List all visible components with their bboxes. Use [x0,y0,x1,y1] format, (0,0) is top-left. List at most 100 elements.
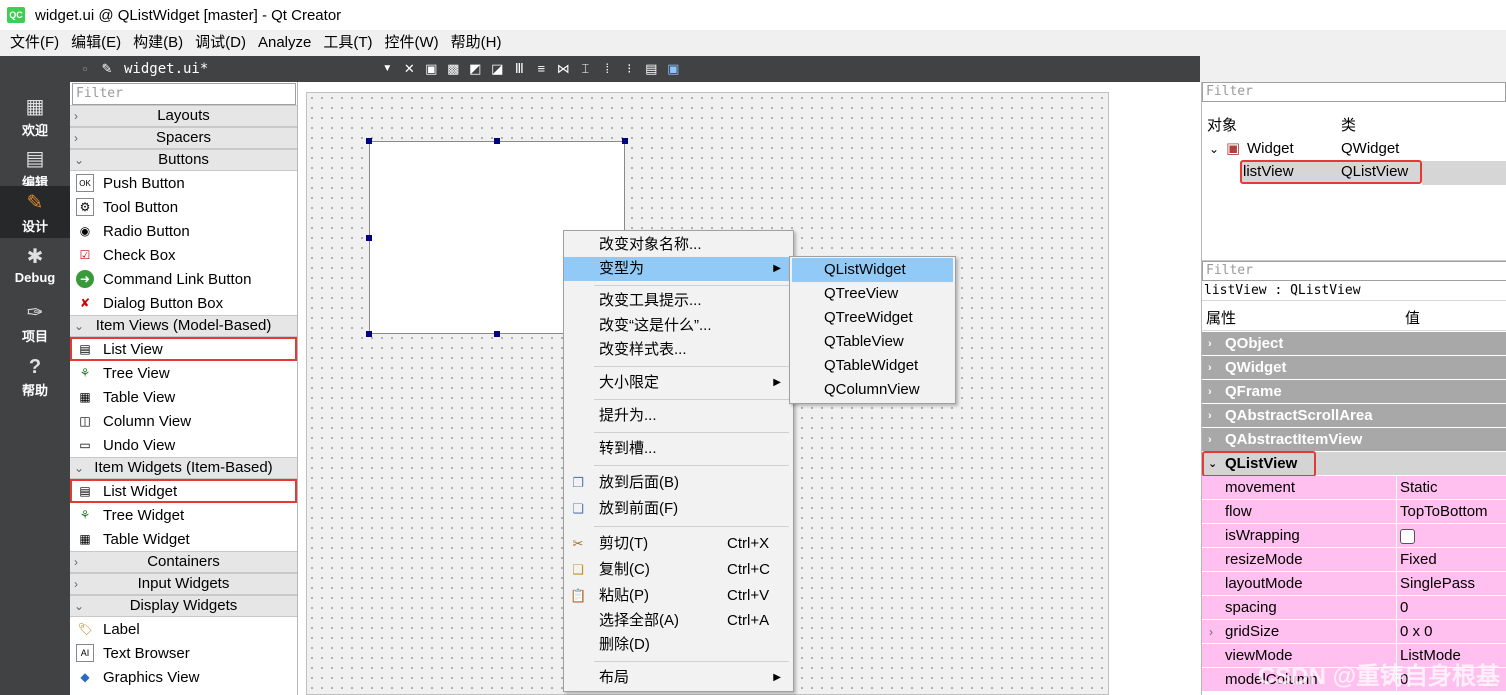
menu-help[interactable]: 帮助(H) [445,30,508,56]
layout-form-icon[interactable]: ⁝ [620,60,638,78]
menu-change-stylesheet[interactable]: 改变样式表... [564,338,793,362]
group-qframe[interactable]: › QFrame [1202,380,1506,404]
resize-handle[interactable] [366,331,372,337]
widget-command-link-button[interactable]: ➜ Command Link Button [70,267,297,291]
property-value[interactable]: Fixed [1400,548,1437,572]
resize-handle[interactable] [494,138,500,144]
resize-handle[interactable] [622,138,628,144]
prop-movement[interactable]: movement Static [1202,476,1506,500]
menu-cut[interactable]: ✂ 剪切(T) Ctrl+X [564,532,793,556]
prop-resizemode[interactable]: resizeMode Fixed [1202,548,1506,572]
mode-debug[interactable]: ✱ Debug [0,240,70,292]
mode-design[interactable]: ✎ 设计 [0,186,70,238]
widget-text-browser[interactable]: AI Text Browser [70,641,297,665]
menu-change-tooltip[interactable]: 改变工具提示... [564,289,793,313]
break-layout-icon[interactable]: ▤ [642,60,660,78]
widget-tool-button[interactable]: ⚙ Tool Button [70,195,297,219]
menu-edit[interactable]: 编辑(E) [65,30,127,56]
prop-flow[interactable]: flow TopToBottom [1202,500,1506,524]
menu-promote-to[interactable]: 提升为... [564,404,793,428]
iswrapping-checkbox[interactable] [1400,529,1415,544]
widget-tree-view[interactable]: ⚘ Tree View [70,361,297,385]
mode-help[interactable]: ? 帮助 [0,350,70,402]
widget-label-item[interactable]: 🏷 Label [70,617,297,641]
menu-bring-to-front[interactable]: ❏ 放到前面(F) [564,497,793,521]
mode-welcome[interactable]: ▦ 欢迎 [0,90,70,142]
group-qobject[interactable]: › QObject [1202,332,1506,356]
menu-send-to-back[interactable]: ❐ 放到后面(B) [564,471,793,495]
edit-tab-order-icon[interactable]: ◪ [488,60,506,78]
menu-select-all[interactable]: 选择全部(A) Ctrl+A [564,609,793,633]
widget-filter-input[interactable]: Filter [72,83,296,105]
widget-push-button[interactable]: OK Push Button [70,171,297,195]
category-display-widgets[interactable]: ⌄ Display Widgets [70,595,297,617]
category-buttons[interactable]: ⌄ Buttons [70,149,297,171]
category-item-widgets[interactable]: ⌄ Item Widgets (Item-Based) [70,457,297,479]
property-value[interactable]: Static [1400,476,1438,500]
prop-gridsize[interactable]: › gridSize 0 x 0 [1202,620,1506,644]
layout-v-splitter-icon[interactable]: ⌶ [576,60,594,78]
widget-list-view[interactable]: ▤ List View [70,337,297,361]
widget-list-widget[interactable]: ▤ List Widget [70,479,297,503]
submenu-qtreeview[interactable]: QTreeView [792,282,953,306]
menu-tools[interactable]: 工具(T) [317,30,378,56]
widget-column-view[interactable]: ◫ Column View [70,409,297,433]
menu-analyze[interactable]: Analyze [252,30,317,56]
property-value[interactable]: SinglePass [1400,572,1475,596]
menu-change-whats-this[interactable]: 改变“这是什么”... [564,314,793,338]
menu-layout[interactable]: 布局 ▶ [564,666,793,690]
adjust-size-icon[interactable]: ▣ [664,60,682,78]
menu-paste[interactable]: 📋 粘贴(P) Ctrl+V [564,584,793,608]
menu-debug[interactable]: 调试(D) [189,30,252,56]
close-icon[interactable]: ✕ [400,60,418,78]
category-layouts[interactable]: › Layouts [70,105,297,127]
widget-graphics-view[interactable]: ◆ Graphics View [70,665,297,689]
widget-table-view[interactable]: ▦ Table View [70,385,297,409]
menu-delete[interactable]: 删除(D) [564,633,793,657]
property-filter-input[interactable]: Filter [1202,261,1506,281]
property-value[interactable]: 0 x 0 [1400,620,1433,644]
edit-buddies-icon[interactable]: ◩ [466,60,484,78]
layout-h-splitter-icon[interactable]: ⋈ [554,60,572,78]
menu-change-object-name[interactable]: 改变对象名称... [564,233,793,257]
object-filter-input[interactable]: Filter [1202,82,1506,102]
menu-morph-into[interactable]: 变型为 ▶ [564,257,793,281]
prop-iswrapping[interactable]: isWrapping [1202,524,1506,548]
layout-grid-icon[interactable]: ⁞ [598,60,616,78]
submenu-qcolumnview[interactable]: QColumnView [792,378,953,402]
resize-handle[interactable] [494,331,500,337]
widget-table-widget[interactable]: ▦ Table Widget [70,527,297,551]
menu-file[interactable]: 文件(F) [4,30,65,56]
menu-build[interactable]: 构建(B) [127,30,189,56]
category-containers[interactable]: › Containers [70,551,297,573]
resize-handle[interactable] [366,138,372,144]
menu-go-to-slot[interactable]: 转到槽... [564,437,793,461]
resize-handle[interactable] [366,235,372,241]
widget-dialog-button-box[interactable]: ✘ Dialog Button Box [70,291,297,315]
mode-projects[interactable]: ✑ 项目 [0,296,70,348]
widget-check-box[interactable]: ☑ Check Box [70,243,297,267]
submenu-qtableview[interactable]: QTableView [792,330,953,354]
edit-widgets-icon[interactable]: ▣ [422,60,440,78]
submenu-qtablewidget[interactable]: QTableWidget [792,354,953,378]
group-qabstractitemview[interactable]: › QAbstractItemView [1202,428,1506,452]
widget-tree-widget[interactable]: ⚘ Tree Widget [70,503,297,527]
object-row-widget[interactable]: ⌄ ▣ Widget QWidget [1202,137,1506,161]
menu-size-constraints[interactable]: 大小限定 ▶ [564,371,793,395]
edit-signals-icon[interactable]: ▩ [444,60,462,78]
layout-vertical-icon[interactable]: ≡ [532,60,550,78]
category-spacers[interactable]: › Spacers [70,127,297,149]
property-value[interactable]: TopToBottom [1400,500,1488,524]
menu-widgets[interactable]: 控件(W) [379,30,445,56]
property-value[interactable]: 0 [1400,596,1408,620]
submenu-qtreewidget[interactable]: QTreeWidget [792,306,953,330]
object-row-listview[interactable]: listView QListView [1240,160,1422,184]
prop-layoutmode[interactable]: layoutMode SinglePass [1202,572,1506,596]
submenu-qlistwidget[interactable]: QListWidget [792,258,953,282]
layout-horizontal-icon[interactable]: Ⅲ [510,60,528,78]
category-item-views[interactable]: ⌄ Item Views (Model-Based) [70,315,297,337]
chevron-down-icon[interactable]: ▼ [378,60,396,78]
widget-undo-view[interactable]: ▭ Undo View [70,433,297,457]
document-name[interactable]: widget.ui* [124,61,208,77]
category-input-widgets[interactable]: › Input Widgets [70,573,297,595]
